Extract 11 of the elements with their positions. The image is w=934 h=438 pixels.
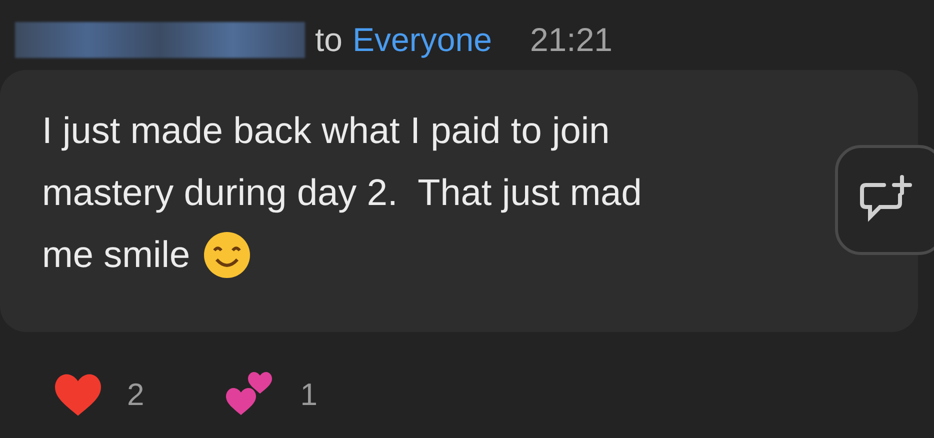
message-text: me smile xyxy=(42,233,190,277)
message-text: mastery during day 2. That just mad xyxy=(42,171,642,215)
reaction-count: 1 xyxy=(300,376,318,414)
to-label: to xyxy=(315,20,343,60)
reaction-count: 2 xyxy=(127,376,144,414)
message-text: I just made back what I paid to join xyxy=(42,109,610,153)
heart-icon xyxy=(55,374,101,416)
smiling-face-icon xyxy=(204,232,250,278)
recipient-link[interactable]: Everyone xyxy=(352,15,492,65)
timestamp: 21:21 xyxy=(530,20,613,60)
add-reaction-button[interactable] xyxy=(835,145,934,255)
